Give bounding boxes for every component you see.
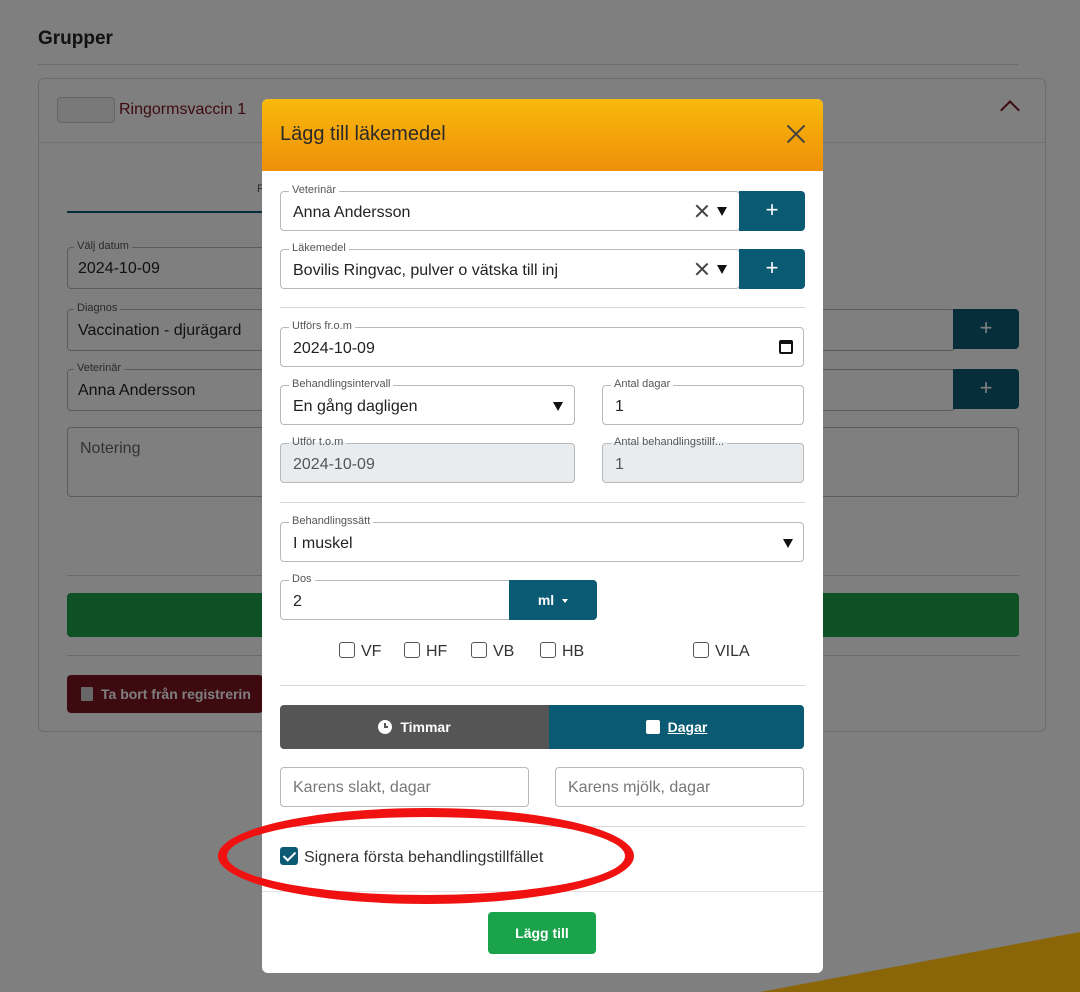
caret-down-icon bbox=[562, 599, 569, 603]
performed-from-label: Utförs fr.o.m bbox=[289, 320, 355, 332]
calendar-icon[interactable] bbox=[779, 340, 793, 354]
checkbox-checked[interactable] bbox=[280, 847, 298, 865]
divider bbox=[280, 685, 805, 686]
interval-select[interactable]: Behandlingsintervall En gång dagligen bbox=[280, 378, 575, 425]
checkbox-vila-label: VILA bbox=[715, 643, 750, 660]
method-value: I muskel bbox=[293, 535, 353, 552]
clear-icon[interactable] bbox=[695, 204, 709, 218]
divider bbox=[280, 826, 805, 827]
interval-value: En gång dagligen bbox=[293, 398, 418, 415]
veterinarian-value: Anna Andersson bbox=[293, 204, 411, 221]
dose-unit-label: ml bbox=[537, 592, 555, 608]
num-treatments-value: 1 bbox=[615, 456, 624, 473]
modal-footer-divider bbox=[262, 891, 823, 892]
hours-label: Timmar bbox=[400, 719, 451, 735]
days-label: Dagar bbox=[667, 719, 708, 735]
divider bbox=[280, 502, 805, 503]
dose-value: 2 bbox=[293, 593, 302, 610]
checkbox-vf-label: VF bbox=[361, 643, 382, 660]
modal-header: Lägg till läkemedel bbox=[262, 99, 823, 171]
checkbox-box[interactable] bbox=[471, 642, 487, 658]
caret-down-icon[interactable] bbox=[717, 265, 727, 274]
checkbox-vf[interactable]: VF bbox=[339, 642, 381, 662]
add-medicine-modal: Lägg till läkemedel Veterinär Anna Ander… bbox=[262, 99, 823, 973]
performed-until-label: Utför t.o.m bbox=[289, 436, 347, 448]
checkbox-box[interactable] bbox=[339, 642, 355, 658]
withdrawal-milk-input[interactable]: Karens mjölk, dagar bbox=[555, 767, 804, 807]
medicine-value: Bovilis Ringvac, pulver o vätska till in… bbox=[293, 262, 558, 279]
days-toggle-button[interactable]: Dagar bbox=[549, 705, 804, 749]
checkbox-hb[interactable]: HB bbox=[540, 642, 584, 662]
checkbox-vila[interactable]: VILA bbox=[693, 642, 750, 662]
veterinarian-label: Veterinär bbox=[289, 184, 340, 196]
modal-title: Lägg till läkemedel bbox=[280, 123, 446, 145]
caret-down-icon[interactable] bbox=[553, 402, 563, 411]
caret-down-icon[interactable] bbox=[717, 207, 727, 216]
performed-until-field: Utför t.o.m 2024-10-09 bbox=[280, 436, 575, 483]
withdrawal-slaughter-placeholder: Karens slakt, dagar bbox=[293, 779, 431, 796]
checkbox-box[interactable] bbox=[693, 642, 709, 658]
medicine-label: Läkemedel bbox=[289, 242, 349, 254]
num-treatments-field: Antal behandlingstillf... 1 bbox=[602, 436, 804, 483]
dose-input[interactable]: Dos 2 bbox=[280, 573, 510, 620]
checkbox-vb-label: VB bbox=[493, 643, 515, 660]
method-label: Behandlingssätt bbox=[289, 515, 374, 527]
dose-unit-dropdown[interactable]: ml bbox=[509, 580, 597, 620]
divider bbox=[280, 307, 805, 308]
close-icon[interactable] bbox=[785, 123, 807, 145]
method-select[interactable]: Behandlingssätt I muskel bbox=[280, 515, 804, 562]
hours-toggle-button[interactable]: Timmar bbox=[280, 705, 549, 749]
checkbox-box[interactable] bbox=[540, 642, 556, 658]
medicine-select[interactable]: Läkemedel Bovilis Ringvac, pulver o väts… bbox=[280, 242, 740, 289]
num-days-label: Antal dagar bbox=[611, 378, 674, 390]
performed-from-value: 2024-10-09 bbox=[293, 340, 375, 357]
sign-first-label: Signera första behandlingstillfället bbox=[304, 849, 544, 866]
dose-label: Dos bbox=[289, 573, 315, 585]
checkbox-vb[interactable]: VB bbox=[471, 642, 514, 662]
add-button[interactable]: Lägg till bbox=[488, 912, 596, 954]
checkbox-hf[interactable]: HF bbox=[404, 642, 447, 662]
checkbox-hb-label: HB bbox=[562, 643, 585, 660]
checkbox-box[interactable] bbox=[404, 642, 420, 658]
veterinarian-select[interactable]: Veterinär Anna Andersson bbox=[280, 184, 740, 231]
num-days-value: 1 bbox=[615, 398, 624, 415]
caret-down-icon[interactable] bbox=[783, 539, 793, 548]
calendar-icon bbox=[645, 720, 660, 734]
add-veterinarian-button[interactable]: + bbox=[739, 191, 805, 231]
sign-first-checkbox[interactable]: Signera första behandlingstillfället bbox=[280, 847, 543, 867]
num-treatments-label: Antal behandlingstillf... bbox=[611, 436, 728, 448]
withdrawal-slaughter-input[interactable]: Karens slakt, dagar bbox=[280, 767, 529, 807]
performed-until-value: 2024-10-09 bbox=[293, 456, 375, 473]
num-days-input[interactable]: Antal dagar 1 bbox=[602, 378, 804, 425]
clear-icon[interactable] bbox=[695, 262, 709, 276]
clock-icon bbox=[378, 720, 393, 734]
checkbox-hf-label: HF bbox=[426, 643, 448, 660]
interval-label: Behandlingsintervall bbox=[289, 378, 394, 390]
add-medicine-button[interactable]: + bbox=[739, 249, 805, 289]
performed-from-date[interactable]: Utförs fr.o.m 2024-10-09 bbox=[280, 320, 804, 367]
withdrawal-milk-placeholder: Karens mjölk, dagar bbox=[568, 779, 711, 796]
